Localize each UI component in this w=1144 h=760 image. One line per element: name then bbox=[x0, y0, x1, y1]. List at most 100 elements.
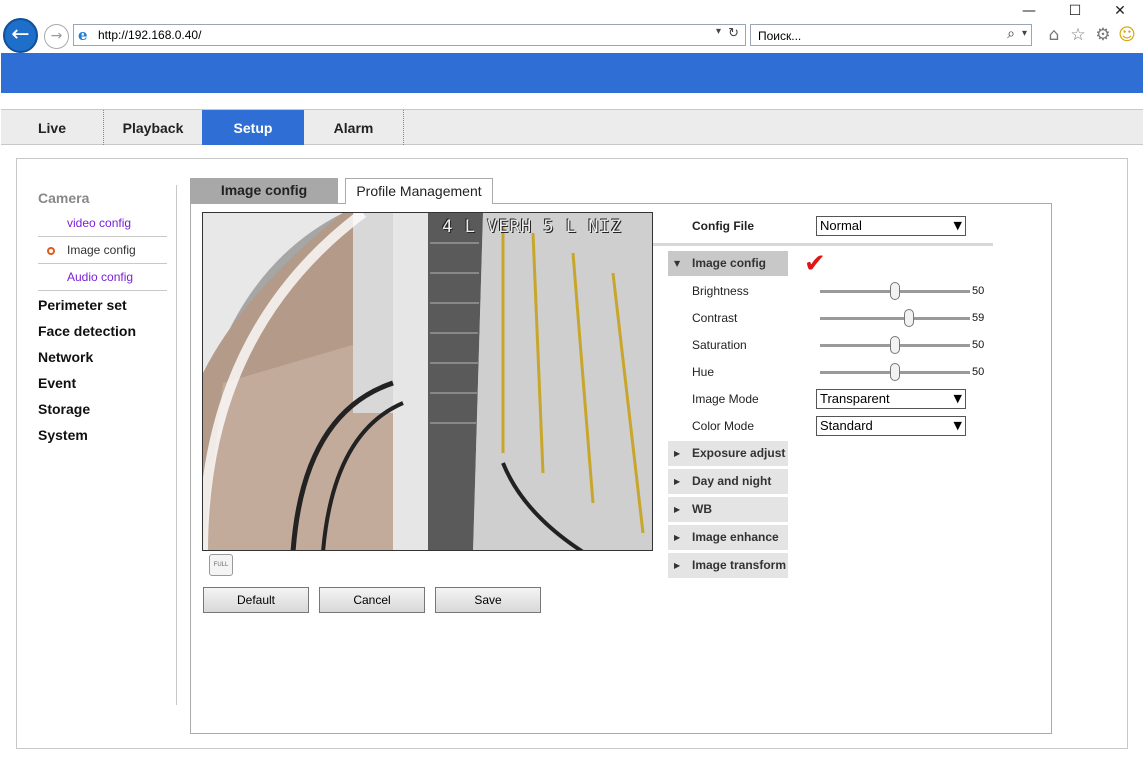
sidebar-item-video-config[interactable]: video config bbox=[38, 210, 167, 237]
sidebar-category-event[interactable]: Event bbox=[38, 375, 76, 391]
section-title: Image config bbox=[692, 256, 767, 270]
color-mode-value: Standard bbox=[820, 418, 873, 433]
forward-button[interactable]: → bbox=[44, 24, 69, 49]
active-bullet-icon bbox=[47, 247, 55, 255]
collapsed-triangle-icon: ▶ bbox=[674, 449, 681, 458]
tab-live[interactable]: Live bbox=[1, 110, 104, 145]
collapsed-triangle-icon: ▶ bbox=[674, 477, 681, 486]
tab-image-config[interactable]: Image config bbox=[190, 178, 338, 204]
slider-value-saturation: 50 bbox=[972, 339, 985, 351]
ie-page-icon: e bbox=[78, 26, 88, 44]
search-placeholder[interactable]: Поиск... bbox=[758, 29, 801, 43]
slider-label-hue: Hue bbox=[692, 365, 715, 379]
settings-gear-icon[interactable]: ⚙ bbox=[1093, 25, 1113, 45]
chevron-down-icon: ▼ bbox=[953, 419, 962, 432]
slider-thumb[interactable] bbox=[890, 336, 900, 354]
section-title: WB bbox=[692, 502, 712, 516]
section-title: Exposure adjust bbox=[692, 446, 786, 460]
escalator-scene-image bbox=[203, 213, 652, 550]
collapsed-triangle-icon: ▶ bbox=[674, 561, 681, 570]
collapsed-triangle-icon: ▶ bbox=[674, 533, 681, 542]
config-file-value: Normal bbox=[820, 218, 862, 233]
settings-divider bbox=[653, 243, 993, 246]
address-bar[interactable]: e http://192.168.0.40/ ▾ ↻ bbox=[73, 24, 746, 46]
address-dropdown-icon[interactable]: ▾ bbox=[716, 26, 721, 37]
home-icon[interactable]: ⌂ bbox=[1044, 25, 1064, 45]
checkmark-icon: ✔ bbox=[804, 249, 826, 279]
sidebar-category-storage[interactable]: Storage bbox=[38, 401, 90, 417]
section-day-and-night[interactable]: ▶ Day and night bbox=[668, 469, 788, 494]
save-button[interactable]: Save bbox=[435, 587, 541, 613]
sidebar-category-perimeter-set[interactable]: Perimeter set bbox=[38, 297, 127, 313]
expanded-triangle-icon: ▼ bbox=[674, 259, 681, 268]
config-file-select[interactable]: Normal ▼ bbox=[816, 216, 966, 236]
sidebar-item-audio-config[interactable]: Audio config bbox=[38, 264, 167, 291]
fullscreen-icon: FULL bbox=[213, 562, 229, 568]
back-button[interactable]: ← bbox=[3, 18, 38, 53]
fullscreen-button[interactable]: FULL bbox=[209, 554, 233, 576]
slider-thumb[interactable] bbox=[890, 363, 900, 381]
slider-thumb[interactable] bbox=[890, 282, 900, 300]
config-file-label: Config File bbox=[692, 219, 754, 233]
color-mode-label: Color Mode bbox=[692, 419, 755, 433]
default-button[interactable]: Default bbox=[203, 587, 309, 613]
favorites-star-icon[interactable]: ☆ bbox=[1068, 25, 1088, 45]
sidebar-category-system[interactable]: System bbox=[38, 427, 88, 443]
smiley-feedback-icon[interactable]: ☺ bbox=[1117, 25, 1137, 45]
maximize-button[interactable]: ☐ bbox=[1052, 2, 1098, 20]
section-image-transform[interactable]: ▶ Image transform bbox=[668, 553, 788, 578]
section-title: Day and night bbox=[692, 474, 772, 488]
forward-arrow-icon: → bbox=[50, 28, 63, 44]
sidebar-divider bbox=[176, 185, 177, 705]
section-image-config[interactable]: ▼ Image config bbox=[668, 251, 788, 276]
app-header-band bbox=[1, 53, 1143, 93]
main-navigation: Live Playback Setup Alarm bbox=[1, 109, 1143, 145]
slider-track-brightness[interactable] bbox=[820, 282, 970, 300]
back-arrow-icon: ← bbox=[11, 22, 30, 47]
browser-chrome: — ☐ ✕ ← → e http://192.168.0.40/ ▾ ↻ Пои… bbox=[0, 0, 1144, 53]
slider-value-brightness: 50 bbox=[972, 285, 985, 297]
cancel-button[interactable]: Cancel bbox=[319, 587, 425, 613]
video-osd-text: 4 L VERH 5 L NIZ bbox=[442, 217, 622, 237]
slider-value-hue: 50 bbox=[972, 366, 985, 378]
tab-playback[interactable]: Playback bbox=[104, 110, 202, 145]
sidebar-item-label: Image config bbox=[67, 243, 136, 257]
section-image-enhance[interactable]: ▶ Image enhance bbox=[668, 525, 788, 550]
slider-track-saturation[interactable] bbox=[820, 336, 970, 354]
slider-label-contrast: Contrast bbox=[692, 311, 738, 325]
image-mode-select[interactable]: Transparent ▼ bbox=[816, 389, 966, 409]
section-exposure-adjust[interactable]: ▶ Exposure adjust bbox=[668, 441, 788, 466]
sidebar-item-image-config[interactable]: Image config bbox=[38, 237, 167, 264]
collapsed-triangle-icon: ▶ bbox=[674, 505, 681, 514]
slider-track-contrast[interactable] bbox=[820, 309, 970, 327]
address-url[interactable]: http://192.168.0.40/ bbox=[98, 28, 201, 42]
sidebar-category-camera[interactable]: Camera bbox=[38, 190, 89, 206]
slider-value-contrast: 59 bbox=[972, 312, 985, 324]
search-box[interactable]: Поиск... ⌕ ▾ bbox=[750, 24, 1032, 46]
color-mode-select[interactable]: Standard ▼ bbox=[816, 416, 966, 436]
section-wb[interactable]: ▶ WB bbox=[668, 497, 788, 522]
tab-alarm[interactable]: Alarm bbox=[304, 110, 404, 145]
sidebar-item-label: Audio config bbox=[67, 270, 134, 284]
image-mode-value: Transparent bbox=[820, 391, 890, 406]
refresh-icon[interactable]: ↻ bbox=[728, 26, 739, 41]
slider-label-saturation: Saturation bbox=[692, 338, 747, 352]
sidebar-item-label: video config bbox=[67, 216, 132, 230]
close-window-button[interactable]: ✕ bbox=[1097, 2, 1143, 20]
minimize-button[interactable]: — bbox=[1006, 2, 1052, 20]
section-title: Image transform bbox=[692, 558, 787, 572]
chevron-down-icon: ▼ bbox=[953, 219, 962, 232]
tab-setup[interactable]: Setup bbox=[202, 110, 304, 145]
section-title: Image enhance bbox=[692, 530, 779, 544]
slider-thumb[interactable] bbox=[903, 309, 914, 327]
image-mode-label: Image Mode bbox=[692, 392, 759, 406]
tab-profile-management[interactable]: Profile Management bbox=[345, 178, 493, 204]
search-icon[interactable]: ⌕ bbox=[1007, 26, 1015, 42]
sidebar-category-network[interactable]: Network bbox=[38, 349, 93, 365]
camera-preview: 4 L VERH 5 L NIZ bbox=[202, 212, 653, 551]
sidebar-category-face-detection[interactable]: Face detection bbox=[38, 323, 136, 339]
search-dropdown-icon[interactable]: ▾ bbox=[1022, 28, 1027, 39]
slider-track-hue[interactable] bbox=[820, 363, 970, 381]
chevron-down-icon: ▼ bbox=[953, 392, 962, 405]
slider-label-brightness: Brightness bbox=[692, 284, 749, 298]
